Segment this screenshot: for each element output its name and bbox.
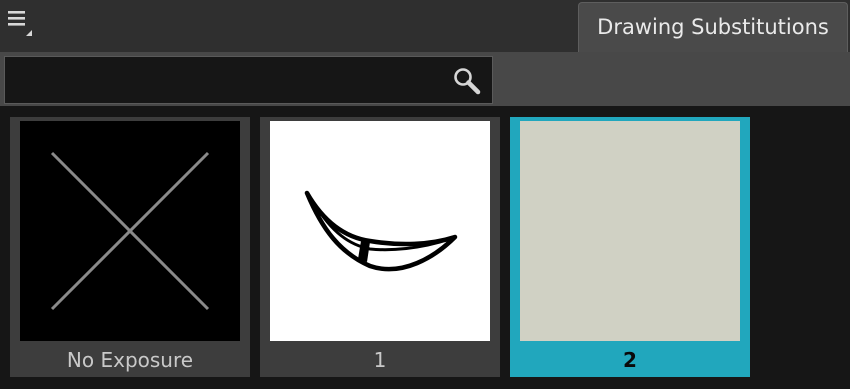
thumbnail-label: No Exposure <box>66 348 194 372</box>
search-input[interactable] <box>5 57 435 103</box>
smile-drawing <box>270 121 490 341</box>
search-bar <box>0 52 850 106</box>
drawing-substitutions-panel: Drawing Substitutions No Exposure 1 2 <box>0 0 850 389</box>
hamburger-menu-icon <box>8 11 32 36</box>
thumbnail-drawing-2[interactable]: 2 <box>510 117 750 377</box>
thumbnail-no-exposure[interactable]: No Exposure <box>10 117 250 377</box>
magnifier-icon[interactable] <box>452 66 482 96</box>
panel-header: Drawing Substitutions <box>0 0 850 52</box>
thumbnail-label: 1 <box>373 348 387 372</box>
tab-drawing-substitutions[interactable]: Drawing Substitutions <box>578 2 848 52</box>
search-field <box>4 56 493 104</box>
thumbnail-label: 2 <box>623 348 637 372</box>
blank-drawing <box>520 121 740 341</box>
thumbnail-drawing-1[interactable]: 1 <box>260 117 500 377</box>
panel-menu-button[interactable] <box>6 8 36 38</box>
empty-x-icon <box>20 121 240 341</box>
